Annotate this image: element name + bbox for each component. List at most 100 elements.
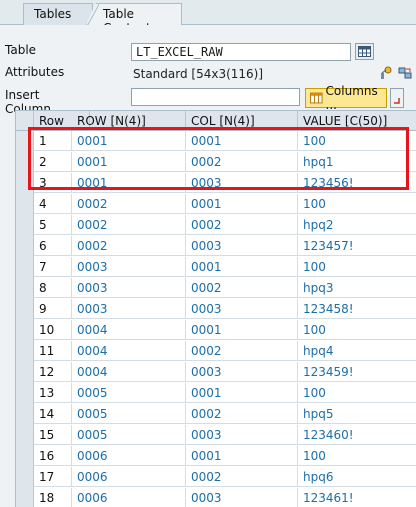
table-row[interactable]: 9 0003 0003 123458! xyxy=(16,299,416,319)
row-number-cell[interactable]: 5 xyxy=(34,215,72,235)
table-row[interactable]: 6 0002 0003 123457! xyxy=(16,236,416,256)
row-field-cell[interactable]: 0006 xyxy=(72,467,186,487)
value-field-cell[interactable]: 123458! xyxy=(298,299,416,319)
insert-column-field[interactable] xyxy=(131,88,300,106)
columns-dropdown-toggle[interactable] xyxy=(390,88,404,108)
value-field-cell[interactable]: 100 xyxy=(298,320,416,340)
col-field-cell[interactable]: 0002 xyxy=(186,215,298,235)
table-row[interactable]: 3 0001 0003 123456! xyxy=(16,173,416,193)
table-row[interactable]: 14 0005 0002 hpq5 xyxy=(16,404,416,424)
col-field-cell[interactable]: 0001 xyxy=(186,446,298,466)
row-field-cell[interactable]: 0001 xyxy=(72,152,186,172)
row-number-cell[interactable]: 10 xyxy=(34,320,72,340)
col-field-cell[interactable]: 0002 xyxy=(186,152,298,172)
table-row[interactable]: 16 0006 0001 100 xyxy=(16,446,416,466)
value-field-cell[interactable]: 123459! xyxy=(298,362,416,382)
table-row[interactable]: 15 0005 0003 123460! xyxy=(16,425,416,445)
row-field-cell[interactable]: 0005 xyxy=(72,425,186,445)
row-number-cell[interactable]: 7 xyxy=(34,257,72,277)
row-number-cell[interactable]: 11 xyxy=(34,341,72,361)
row-number-cell[interactable]: 3 xyxy=(34,173,72,193)
col-field-cell[interactable]: 0002 xyxy=(186,341,298,361)
value-field-cell[interactable]: 100 xyxy=(298,446,416,466)
table-row[interactable]: 1 0001 0001 100 xyxy=(16,131,416,151)
row-number-cell[interactable]: 17 xyxy=(34,467,72,487)
value-field-cell[interactable]: hpq6 xyxy=(298,467,416,487)
col-field-cell[interactable]: 0003 xyxy=(186,173,298,193)
value-field-cell[interactable]: hpq5 xyxy=(298,404,416,424)
row-number-cell[interactable]: 6 xyxy=(34,236,72,256)
value-field-cell[interactable]: hpq4 xyxy=(298,341,416,361)
value-field-cell[interactable]: 100 xyxy=(298,194,416,214)
col-field-cell[interactable]: 0003 xyxy=(186,362,298,382)
row-field-cell[interactable]: 0001 xyxy=(72,173,186,193)
row-field-cell[interactable]: 0002 xyxy=(72,194,186,214)
row-number-cell[interactable]: 16 xyxy=(34,446,72,466)
col-field-cell[interactable]: 0001 xyxy=(186,257,298,277)
row-number-cell[interactable]: 15 xyxy=(34,425,72,445)
col-field-cell[interactable]: 0001 xyxy=(186,131,298,151)
columns-button[interactable]: Columns ... xyxy=(305,84,387,112)
table-row[interactable]: 10 0004 0001 100 xyxy=(16,320,416,340)
table-row[interactable]: 17 0006 0002 hpq6 xyxy=(16,467,416,487)
table-name-field[interactable]: LT_EXCEL_RAW xyxy=(131,43,351,61)
row-field-cell[interactable]: 0004 xyxy=(72,320,186,340)
row-number-cell[interactable]: 4 xyxy=(34,194,72,214)
transfer-icon[interactable] xyxy=(398,66,412,80)
header-row-n4[interactable]: ROW [N(4)] xyxy=(72,111,186,131)
row-field-cell[interactable]: 0006 xyxy=(72,446,186,466)
value-field-cell[interactable]: 100 xyxy=(298,383,416,403)
row-field-cell[interactable]: 0004 xyxy=(72,362,186,382)
select-all-cell[interactable] xyxy=(16,111,34,131)
table-row[interactable]: 12 0004 0003 123459! xyxy=(16,362,416,382)
row-number-cell[interactable]: 8 xyxy=(34,278,72,298)
value-field-cell[interactable]: hpq2 xyxy=(298,215,416,235)
table-row[interactable]: 2 0001 0002 hpq1 xyxy=(16,152,416,172)
value-field-cell[interactable]: 123461! xyxy=(298,488,416,507)
col-field-cell[interactable]: 0001 xyxy=(186,383,298,403)
col-field-cell[interactable]: 0001 xyxy=(186,320,298,340)
header-value-c50[interactable]: VALUE [C(50)] xyxy=(298,111,416,131)
row-field-cell[interactable]: 0001 xyxy=(72,131,186,151)
row-number-cell[interactable]: 2 xyxy=(34,152,72,172)
table-row[interactable]: 5 0002 0002 hpq2 xyxy=(16,215,416,235)
tab-tables[interactable]: Tables xyxy=(23,3,93,25)
row-field-cell[interactable]: 0003 xyxy=(72,299,186,319)
col-field-cell[interactable]: 0003 xyxy=(186,488,298,507)
table-row[interactable]: 18 0006 0003 123461! xyxy=(16,488,416,507)
row-number-cell[interactable]: 12 xyxy=(34,362,72,382)
col-field-cell[interactable]: 0003 xyxy=(186,425,298,445)
table-view-button[interactable] xyxy=(355,43,374,60)
row-field-cell[interactable]: 0006 xyxy=(72,488,186,507)
header-col-n4[interactable]: COL [N(4)] xyxy=(186,111,298,131)
value-field-cell[interactable]: hpq1 xyxy=(298,152,416,172)
value-field-cell[interactable]: 123456! xyxy=(298,173,416,193)
table-row[interactable]: 4 0002 0001 100 xyxy=(16,194,416,214)
row-field-cell[interactable]: 0002 xyxy=(72,236,186,256)
value-field-cell[interactable]: 100 xyxy=(298,257,416,277)
row-number-cell[interactable]: 1 xyxy=(34,131,72,151)
value-field-cell[interactable]: hpq3 xyxy=(298,278,416,298)
row-field-cell[interactable]: 0004 xyxy=(72,341,186,361)
row-field-cell[interactable]: 0002 xyxy=(72,215,186,235)
table-row[interactable]: 8 0003 0002 hpq3 xyxy=(16,278,416,298)
settings-icon[interactable] xyxy=(379,66,393,80)
row-number-cell[interactable]: 14 xyxy=(34,404,72,424)
row-number-cell[interactable]: 13 xyxy=(34,383,72,403)
col-field-cell[interactable]: 0002 xyxy=(186,278,298,298)
col-field-cell[interactable]: 0001 xyxy=(186,194,298,214)
row-number-cell[interactable]: 9 xyxy=(34,299,72,319)
row-field-cell[interactable]: 0005 xyxy=(72,404,186,424)
table-row[interactable]: 13 0005 0001 100 xyxy=(16,383,416,403)
tab-table-contents[interactable]: Table Contents xyxy=(86,3,182,25)
col-field-cell[interactable]: 0002 xyxy=(186,404,298,424)
col-field-cell[interactable]: 0003 xyxy=(186,299,298,319)
row-field-cell[interactable]: 0003 xyxy=(72,257,186,277)
col-field-cell[interactable]: 0002 xyxy=(186,467,298,487)
value-field-cell[interactable]: 123457! xyxy=(298,236,416,256)
table-row[interactable]: 7 0003 0001 100 xyxy=(16,257,416,277)
value-field-cell[interactable]: 100 xyxy=(298,131,416,151)
col-field-cell[interactable]: 0003 xyxy=(186,236,298,256)
row-field-cell[interactable]: 0003 xyxy=(72,278,186,298)
value-field-cell[interactable]: 123460! xyxy=(298,425,416,445)
